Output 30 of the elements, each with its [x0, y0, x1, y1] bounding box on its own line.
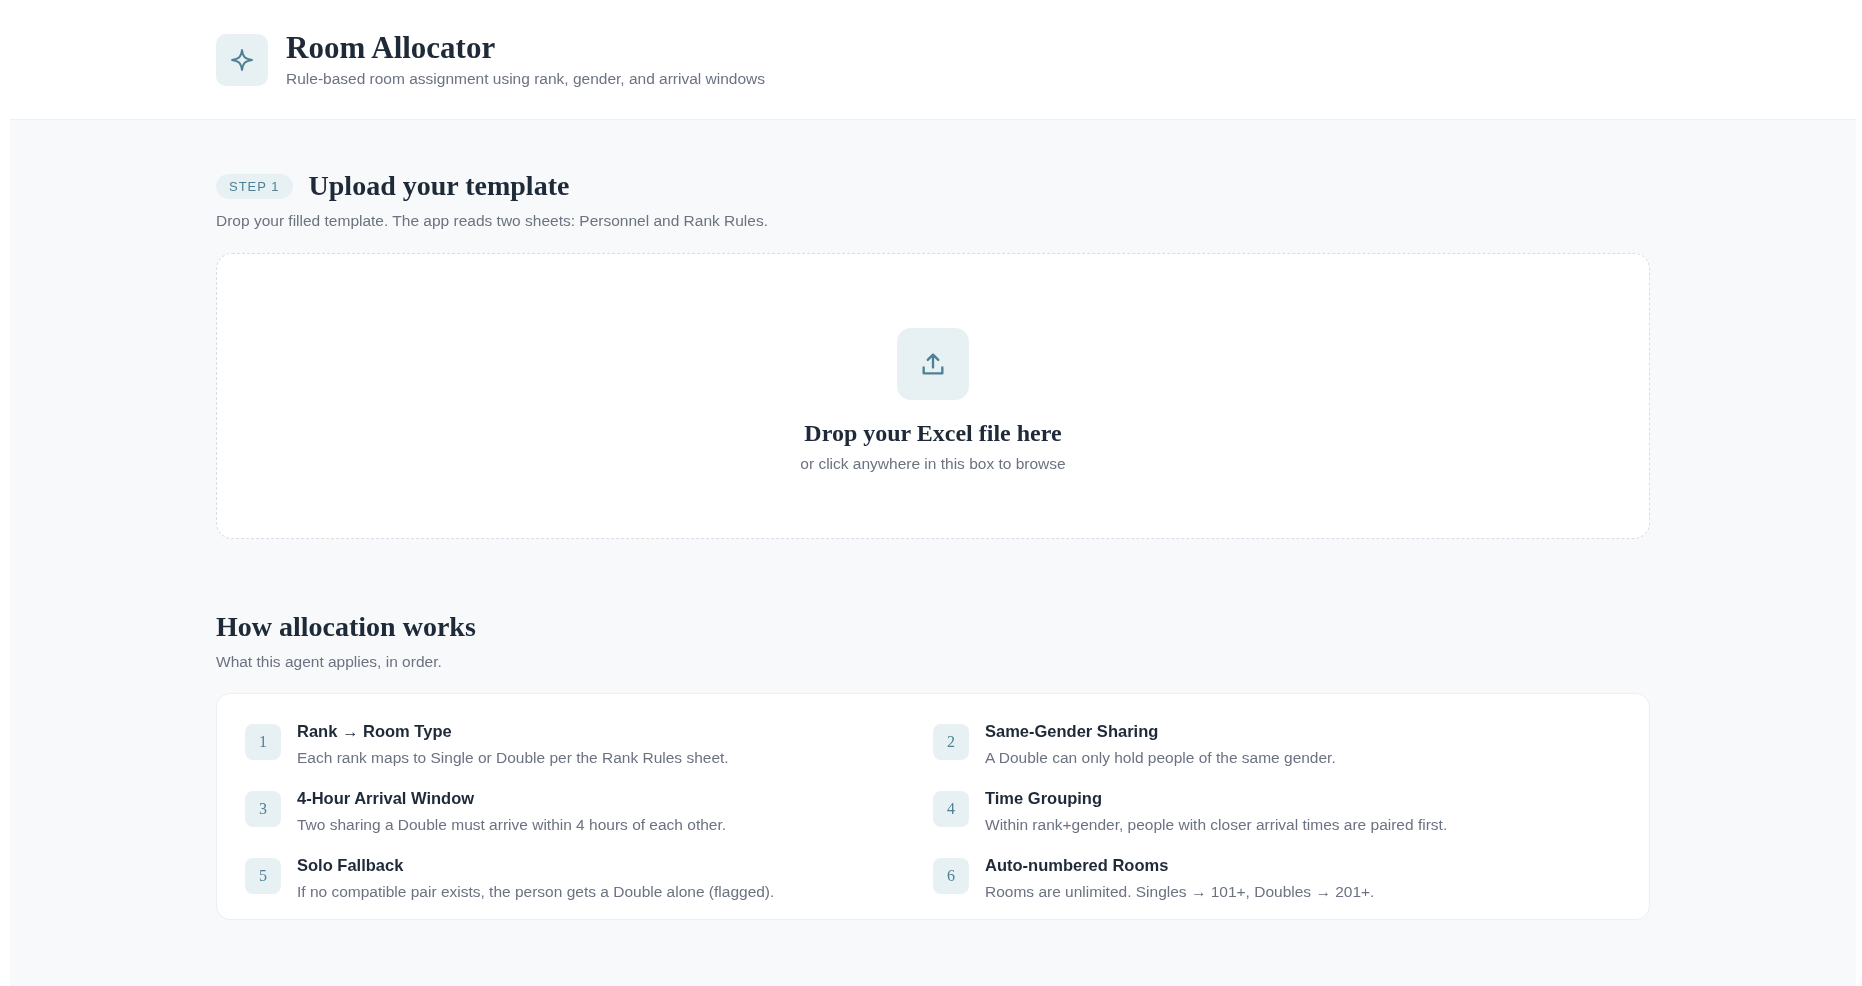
- app-subtitle: Rule-based room assignment using rank, gender, and arrival windows: [286, 70, 766, 88]
- rule-description: Two sharing a Double must arrive within 4 hours of each other.: [297, 816, 727, 834]
- rule-title: Auto-numbered Rooms: [985, 856, 1170, 875]
- step-number: 1: [245, 724, 281, 760]
- app-title: Room Allocator: [286, 30, 497, 66]
- step-number: 5: [245, 858, 281, 894]
- section-description: Drop your filled template. The app reads two sheets: Personnel and Rank Rules.: [216, 212, 769, 230]
- rule-title: Same-Gender Sharing: [985, 722, 1160, 741]
- rule-description: Rooms are unlimited. Singles → 101+, Doubles → 201+.: [985, 883, 1375, 901]
- section-title: Upload your template: [308, 170, 570, 202]
- step-number: 2: [933, 724, 969, 760]
- dropzone-title: Drop your Excel file here: [804, 419, 1062, 447]
- section-title: How allocation works: [216, 611, 477, 643]
- rule-title: Time Grouping: [985, 789, 1104, 808]
- rule-title: Rank → Room Type: [297, 722, 453, 741]
- step-number: 3: [245, 791, 281, 827]
- upload-icon: [897, 327, 969, 400]
- rule-description: A Double can only hold people of the same gender.: [985, 749, 1336, 767]
- rule-title: Solo Fallback: [297, 856, 405, 875]
- rule-description: Within rank+gender, people with closer arrival times are paired first.: [985, 816, 1448, 834]
- step-number: 6: [933, 858, 969, 894]
- dropzone-hint: or click anywhere in this box to browse: [800, 454, 1066, 473]
- file-dropzone[interactable]: Drop your Excel file here or click anywhere in this box to browse: [216, 253, 1650, 539]
- rule-title: 4-Hour Arrival Window: [297, 789, 476, 808]
- rule-description: If no compatible pair exists, the person gets a Double alone (flagged).: [297, 883, 775, 901]
- sparkle-icon: [216, 34, 268, 86]
- section-description: What this agent applies, in order.: [216, 653, 443, 671]
- rule-description: Each rank maps to Single or Double per the Rank Rules sheet.: [297, 749, 729, 767]
- step-number: 4: [933, 791, 969, 827]
- step-badge: STEP 1: [216, 173, 293, 199]
